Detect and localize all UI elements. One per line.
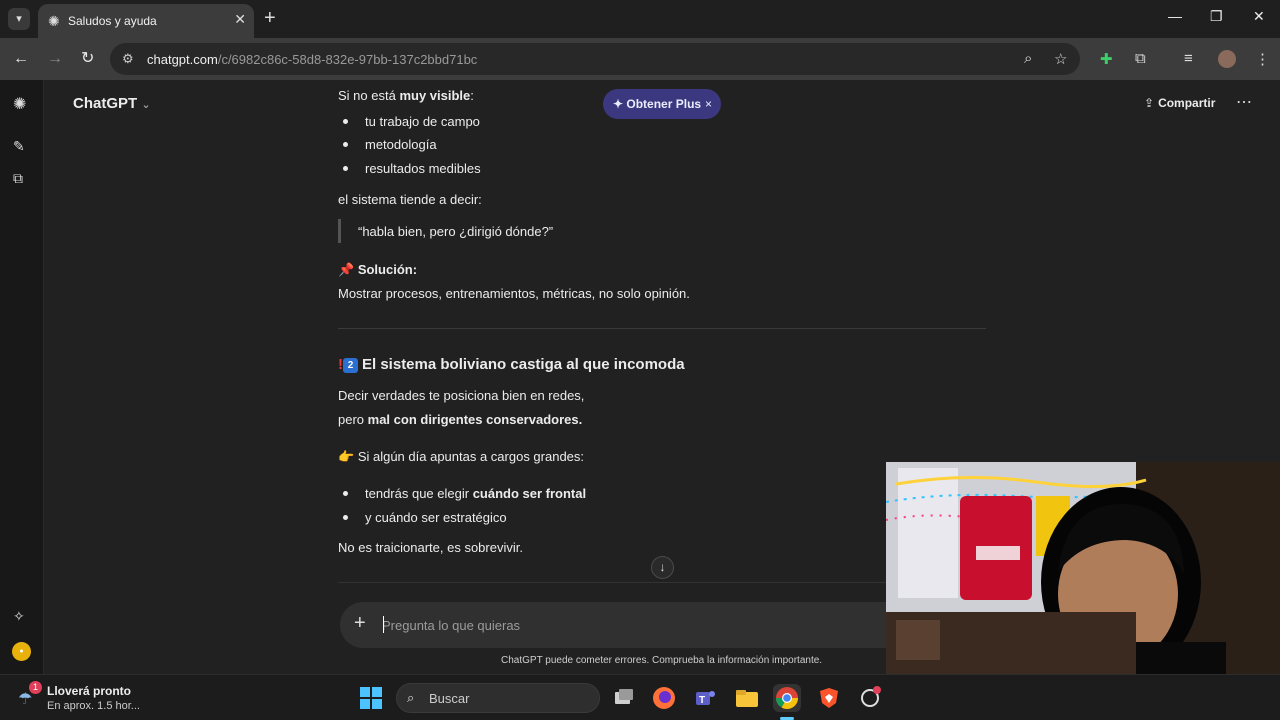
windows-start-icon[interactable]	[360, 687, 382, 709]
message-composer: +	[340, 602, 900, 648]
address-bar[interactable]: ⚙ chatgpt.com/c/6982c86c-58d8-832e-97bb-…	[110, 43, 1080, 75]
new-tab-button[interactable]: +	[264, 7, 276, 29]
chrome-icon[interactable]	[773, 684, 801, 712]
paragraph-line-1: Decir verdades te posiciona bien en rede…	[338, 388, 585, 403]
brave-icon[interactable]	[815, 684, 843, 712]
list-item: y cuándo ser estratégico	[365, 510, 507, 525]
minimize-window-button[interactable]: —	[1168, 8, 1182, 24]
back-arrow-icon[interactable]: ←	[13, 50, 29, 68]
restore-window-button[interactable]: ❐	[1210, 8, 1223, 25]
browser-toolbar: ← → ↻ ⚙ chatgpt.com/c/6982c86c-58d8-832e…	[0, 38, 1280, 80]
forward-arrow-icon[interactable]: →	[47, 50, 63, 68]
bookmark-star-icon[interactable]: ☆	[1054, 50, 1067, 68]
blockquote-text: “habla bien, pero ¿dirigió dónde?”	[358, 224, 554, 239]
media-control-icon[interactable]: ≡	[1184, 50, 1193, 67]
model-selector[interactable]: ChatGPT ⌄	[73, 95, 151, 112]
sparkle-icon[interactable]: ✧	[13, 608, 25, 625]
section-heading: ! 2 El sistema boliviano castiga al que in…	[338, 356, 685, 373]
chevron-down-icon: ⌄	[141, 99, 151, 111]
site-info-icon[interactable]: ⚙	[122, 51, 134, 67]
pushpin-icon: 📌	[338, 262, 355, 277]
bullet-dot	[343, 515, 348, 520]
text-caret	[383, 616, 384, 633]
new-chat-icon[interactable]: ✎	[13, 138, 25, 155]
webcam-overlay	[886, 462, 1280, 674]
tab-close-icon[interactable]: ✕	[234, 11, 246, 28]
list-item: tendrás que elegir cuándo ser frontal	[365, 486, 587, 501]
chatgpt-app-icon[interactable]	[856, 684, 884, 712]
bullet-dot	[343, 142, 348, 147]
webcam-image	[886, 462, 1280, 674]
taskbar-search-box[interactable]: ⌕ Buscar	[396, 683, 600, 713]
intro-line: Si no está muy visible:	[338, 88, 474, 103]
bullet-dot	[343, 491, 348, 496]
share-button[interactable]: ⇪ Compartir	[1144, 96, 1215, 110]
weather-subtitle[interactable]: En aprox. 1.5 hor...	[47, 700, 140, 712]
bullet-dot	[343, 166, 348, 171]
tip-line: 👉 Si algún día apuntas a cargos grandes:	[338, 449, 585, 464]
browser-tab-bar: ▾ ✺ Saludos y ayuda ✕ + — ❐ ✕	[0, 0, 1280, 38]
task-view-icon[interactable]	[610, 684, 638, 712]
weather-title[interactable]: Lloverá pronto	[47, 684, 131, 698]
list-item: metodología	[365, 137, 437, 152]
divider	[338, 328, 986, 329]
profile-avatar[interactable]	[1218, 50, 1236, 68]
chatgpt-favicon-icon: ✺	[48, 13, 60, 29]
scroll-to-bottom-button[interactable]: ↓	[651, 556, 674, 579]
list-item: tu trabajo de campo	[365, 114, 480, 129]
tab-search-menu-button[interactable]: ▾	[8, 8, 30, 30]
disclaimer-text: ChatGPT puede cometer errores. Comprueba…	[501, 655, 823, 666]
pointing-hand-icon: 👉	[338, 449, 355, 464]
system-says-line: el sistema tiende a decir:	[338, 192, 482, 207]
openai-logo-icon[interactable]: ✺	[13, 94, 26, 114]
svg-text:T: T	[699, 695, 705, 706]
solution-text: Mostrar procesos, entrenamientos, métric…	[338, 286, 690, 301]
url-text[interactable]: chatgpt.com/c/6982c86c-58d8-832e-97bb-13…	[147, 52, 477, 67]
firefox-icon[interactable]	[650, 684, 678, 712]
browser-tab-active[interactable]: ✺ Saludos y ayuda ✕	[38, 4, 254, 38]
teams-icon[interactable]: T	[691, 684, 719, 712]
list-item: resultados medibles	[365, 161, 481, 176]
model-name: ChatGPT	[73, 95, 138, 112]
blockquote-bar	[338, 219, 341, 243]
library-icon[interactable]: ⧉	[13, 170, 23, 187]
solution-heading: 📌 Solución:	[338, 262, 418, 277]
paragraph-line-2: pero mal con dirigentes conservadores.	[338, 412, 583, 427]
extension-green-icon[interactable]: ✚	[1100, 50, 1113, 68]
zoom-icon[interactable]: ⌕	[1024, 50, 1032, 67]
search-label: Buscar	[429, 691, 470, 706]
tab-title: Saludos y ayuda	[68, 14, 157, 28]
closing-line: No es traicionarte, es sobrevivir.	[338, 540, 523, 555]
number-badge: 2	[343, 358, 358, 373]
more-options-icon[interactable]: ⋯	[1236, 92, 1252, 112]
share-icon: ⇪	[1144, 96, 1155, 110]
close-window-button[interactable]: ✕	[1253, 8, 1265, 25]
chatgpt-sidebar: ✺ ✎ ⧉ ✧ ●	[0, 80, 44, 674]
search-icon: ⌕	[407, 690, 415, 705]
composer-divider	[338, 582, 898, 583]
user-avatar[interactable]: ●	[12, 642, 31, 661]
share-label: Compartir	[1158, 96, 1216, 110]
file-explorer-icon[interactable]	[733, 684, 761, 712]
weather-alert-badge: 1	[29, 681, 42, 694]
browser-menu-icon[interactable]: ⋮	[1255, 50, 1270, 68]
windows-taskbar: ☂ 1 Lloverá pronto En aprox. 1.5 hor... …	[0, 674, 1280, 720]
add-attachment-icon[interactable]: +	[354, 612, 366, 635]
reload-icon[interactable]: ↻	[81, 50, 94, 68]
extensions-puzzle-icon[interactable]: ⧉	[1135, 50, 1146, 67]
prompt-input[interactable]	[382, 612, 862, 638]
bullet-dot	[343, 119, 348, 124]
